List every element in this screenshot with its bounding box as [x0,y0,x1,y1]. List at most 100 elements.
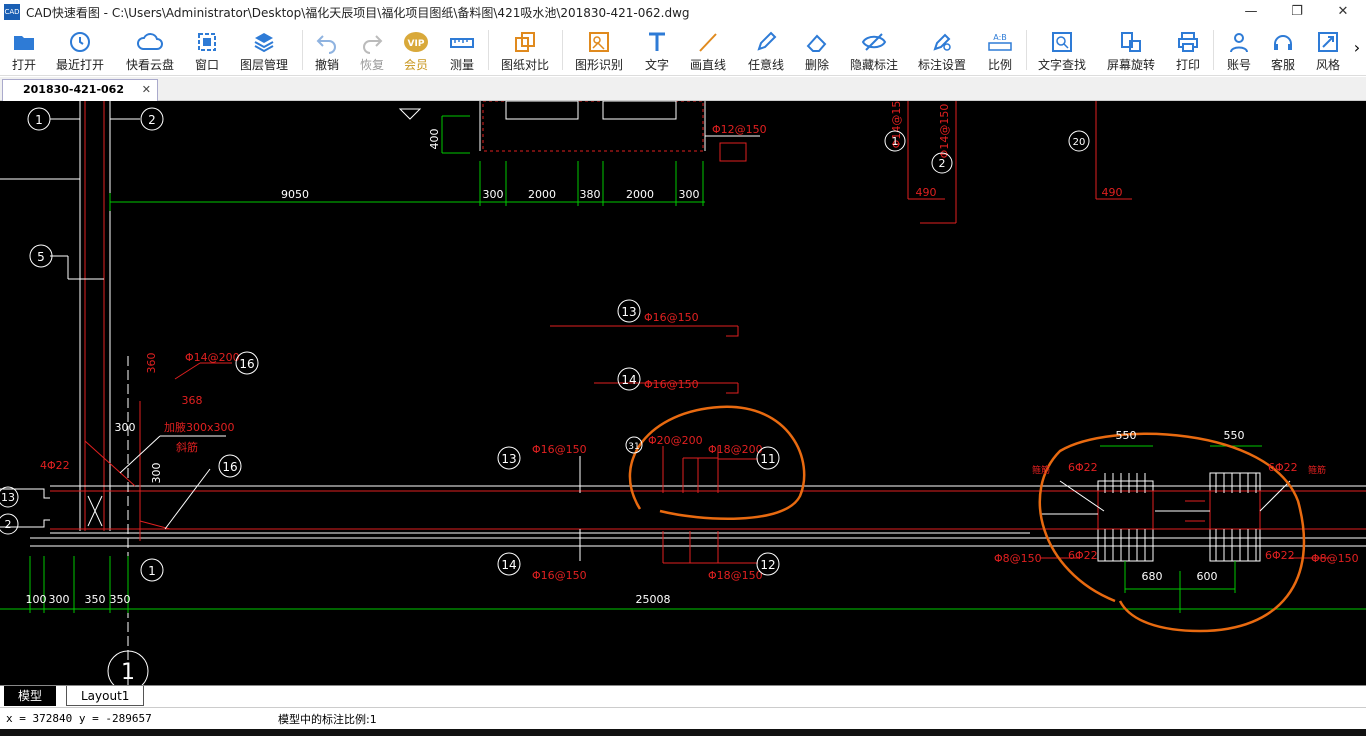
hide-annotation-button[interactable]: 隐藏标注 [846,26,902,74]
toolbar-separator [1213,30,1214,70]
user-icon [1230,33,1248,53]
toolbar-separator [302,30,303,70]
cad-canvas[interactable]: 9050 300 2000 380 2000 300 400 300 300 1… [0,101,1366,685]
dim-350: 350 [85,593,106,606]
rebar-label: Φ12@150 [712,123,767,136]
free-line-button[interactable]: 任意线 [744,26,788,74]
document-tab-bar: 201830-421-062 ✕ [0,77,1366,101]
settings-pen-icon [933,33,951,51]
rebar-label: Φ14@200 [185,351,240,364]
recent-button[interactable]: 最近打开 [52,26,108,74]
title-bar: CAD CAD快速看图 - C:\Users\Administrator\Des… [0,0,1366,24]
axis-marker: 16 [222,460,237,474]
text-button[interactable]: 文字 [640,26,674,74]
text-search-label: 文字查找 [1037,58,1086,72]
redo-button[interactable]: 恢复 [355,26,389,74]
annotation-scale-text: 模型中的标注比例:1 [278,713,377,726]
free-line-label: 任意线 [747,58,784,72]
cad-drawing: 9050 300 2000 380 2000 300 400 300 300 1… [0,101,1366,685]
account-button[interactable]: 账号 [1222,26,1256,74]
maximize-button[interactable]: ❐ [1274,0,1320,24]
text-icon [649,32,665,51]
undo-button[interactable]: 撤销 [310,26,344,74]
erase-button[interactable]: 删除 [800,26,834,74]
rebar-label: Φ20@200 [648,434,703,447]
axis-marker: 2 [939,157,946,170]
undo-label: 撤销 [314,58,339,72]
main-toolbar: 打开 最近打开 快看云盘 窗口 图层管理 撤销 恢复 VIP 会员 测量 图纸对… [0,24,1366,76]
toolbar-more-button[interactable]: › [1350,26,1364,74]
rebar-label: 4Φ22 [40,459,70,472]
layers-label: 图层管理 [239,58,288,72]
rebar-label: Φ16@150 [532,443,587,456]
rebar-label: 6Φ22 [1068,461,1098,474]
dim-300: 300 [483,188,504,201]
text-label: 文字 [644,58,669,72]
headset-icon [1274,35,1292,50]
cloud-label: 快看云盘 [125,58,174,72]
pen-icon [757,31,777,51]
vip-button[interactable]: VIP 会员 [399,26,433,74]
open-button[interactable]: 打开 [4,26,44,74]
text-search-button[interactable]: 文字查找 [1034,26,1090,74]
tab-layout1[interactable]: Layout1 [66,686,145,706]
dim-300: 300 [150,463,163,484]
axis-marker: 14 [621,373,636,387]
annotation-settings-button[interactable]: 标注设置 [914,26,970,74]
tab-model[interactable]: 模型 [4,686,57,706]
dim-380: 380 [580,188,601,201]
dim-2000: 2000 [528,188,556,201]
layout-tab-bar: 模型 Layout1 [0,685,1366,707]
window-button[interactable]: 窗口 [190,26,224,74]
style-icon [1318,32,1338,52]
dim-400: 400 [428,129,441,150]
text-search-icon [1052,32,1072,52]
line-icon [699,33,717,52]
axis-marker: 16 [239,357,254,371]
printer-icon [1178,32,1198,52]
dim-490: 490 [916,186,937,199]
draw-line-button[interactable]: 画直线 [686,26,730,74]
cloud-button[interactable]: 快看云盘 [122,26,178,74]
window-title: CAD快速看图 - C:\Users\Administrator\Desktop… [26,5,690,20]
axis-marker: 13 [621,305,636,319]
rotate-screen-button[interactable]: 屏幕旋转 [1103,26,1159,74]
recognize-button[interactable]: 图形识别 [571,26,627,74]
layers-button[interactable]: 图层管理 [236,26,292,74]
document-tab[interactable]: 201830-421-062 ✕ [2,79,158,101]
axis-marker: 20 [1073,137,1086,148]
annotation-settings-label: 标注设置 [917,58,966,72]
rebar-label: Φ14@150 [938,104,951,159]
rebar-label: 6Φ22 [1068,549,1098,562]
compare-button[interactable]: 图纸对比 [497,26,553,74]
close-tab-icon[interactable]: ✕ [142,80,151,100]
measure-button[interactable]: 测量 [445,26,479,74]
shape-recognize-icon [589,32,609,52]
scale-button[interactable]: A:B 比例 [983,26,1017,74]
axis-marker: 14 [501,558,516,572]
dim-600: 600 [1197,570,1218,583]
rebar-label: 6Φ22 [1265,549,1295,562]
dim-300: 300 [679,188,700,201]
print-button[interactable]: 打印 [1171,26,1205,74]
dim-550: 550 [1224,429,1245,442]
toolbar-separator [488,30,489,70]
rebar-label: Φ16@150 [644,311,699,324]
minimize-button[interactable]: — [1228,0,1274,24]
dim-368: 368 [182,394,203,407]
layers-icon [254,33,274,53]
axis-marker: 2 [5,518,12,531]
axis-marker: 1 [148,564,156,578]
close-window-button[interactable]: ✕ [1320,0,1366,24]
axis-marker: 13 [1,491,15,504]
annotation-label: 斜筋 [176,440,198,454]
draw-line-label: 画直线 [689,58,726,72]
app-name: CAD快速看图 [26,5,100,20]
dim-490: 490 [1102,186,1123,199]
style-button[interactable]: 风格 [1311,26,1345,74]
dim-360: 360 [145,353,158,374]
support-button[interactable]: 客服 [1266,26,1300,74]
open-label: 打开 [11,58,36,72]
dim-100: 100 [26,593,47,606]
rebar-label: Φ8@150 [1311,552,1359,565]
